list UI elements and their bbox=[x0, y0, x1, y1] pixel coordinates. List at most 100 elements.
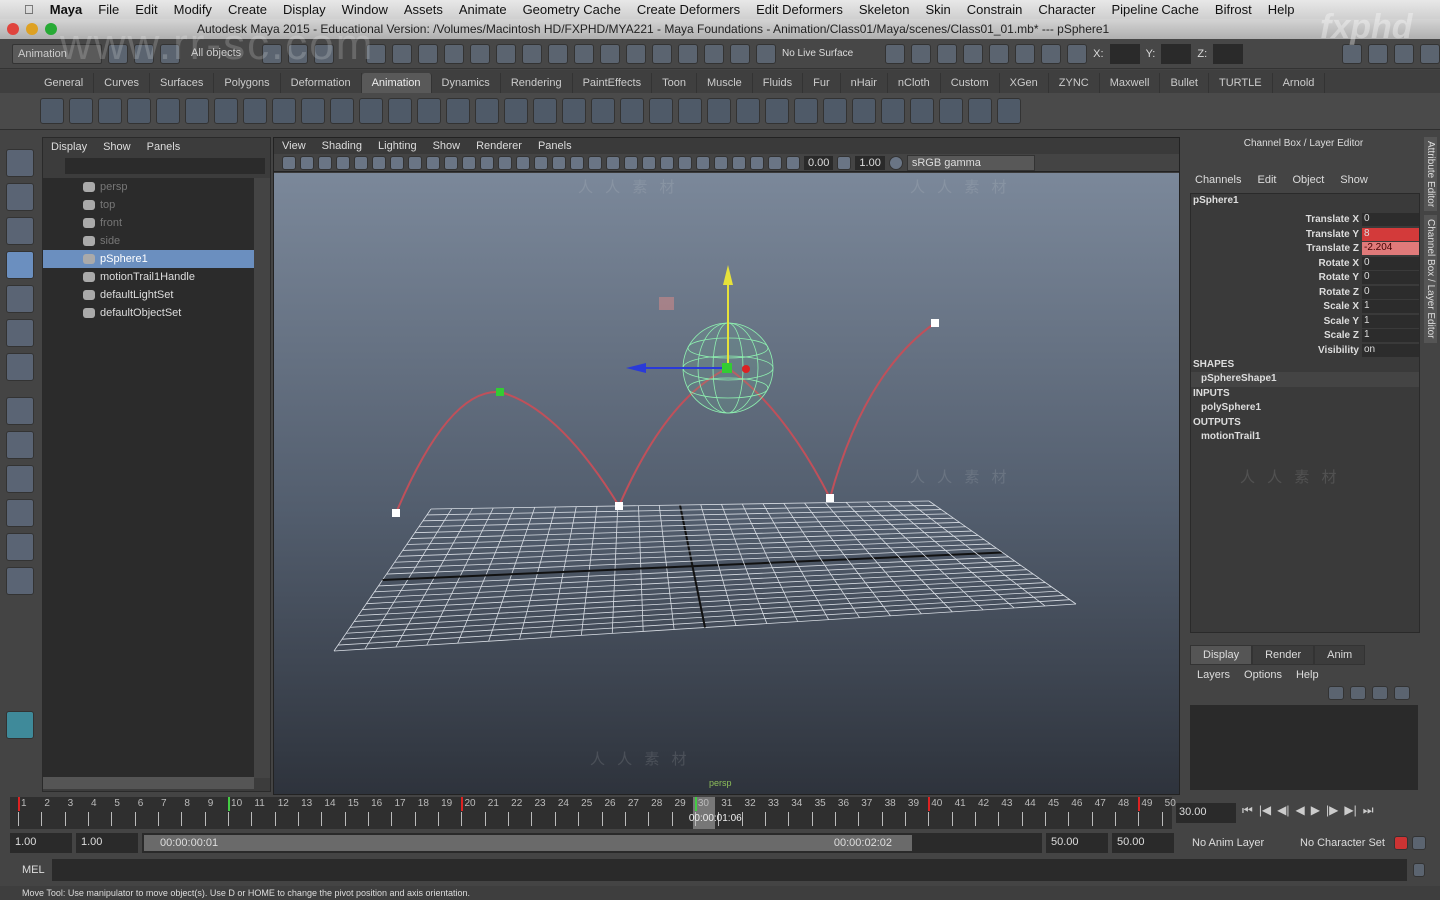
magnet-icon[interactable] bbox=[704, 43, 724, 64]
shelf-tool-icon[interactable] bbox=[852, 98, 876, 124]
zoom-window-button[interactable] bbox=[45, 23, 57, 35]
outliner-item[interactable]: pSphere1 bbox=[43, 250, 254, 268]
textured-icon[interactable] bbox=[588, 155, 602, 170]
select-component-icon[interactable] bbox=[314, 43, 334, 64]
shelf-tool-icon[interactable] bbox=[533, 98, 557, 124]
graph-layout-icon[interactable] bbox=[6, 499, 34, 527]
menu-modify[interactable]: Modify bbox=[166, 2, 220, 17]
shelf-tab-bullet[interactable]: Bullet bbox=[1160, 73, 1209, 93]
menu-animate[interactable]: Animate bbox=[451, 2, 515, 17]
layer-menu-help[interactable]: Help bbox=[1296, 669, 1319, 681]
menu-app[interactable]: Maya bbox=[42, 2, 91, 17]
select-icon[interactable] bbox=[600, 43, 620, 64]
channel-menu-channels[interactable]: Channels bbox=[1195, 174, 1241, 186]
lasso-tool-icon[interactable] bbox=[6, 183, 34, 211]
key-marker[interactable] bbox=[228, 797, 231, 811]
channel-label[interactable]: Translate Z bbox=[1306, 243, 1362, 254]
anti-alias-icon[interactable] bbox=[678, 155, 692, 170]
snap-surface-icon[interactable] bbox=[470, 43, 490, 64]
bookmark-icon[interactable] bbox=[318, 155, 332, 170]
color-space-dropdown[interactable]: sRGB gamma bbox=[906, 154, 1035, 171]
shelf-tab-general[interactable]: General bbox=[34, 73, 95, 93]
input-ops-icon[interactable] bbox=[885, 43, 906, 64]
shelf-tool-icon[interactable] bbox=[98, 98, 122, 124]
menu-bifrost[interactable]: Bifrost bbox=[1207, 2, 1260, 17]
shelf-tool-icon[interactable] bbox=[939, 98, 963, 124]
toggle-tool-settings-icon[interactable] bbox=[1368, 43, 1388, 64]
new-layer-selected-icon[interactable] bbox=[1350, 686, 1366, 700]
rotate-tool-icon[interactable] bbox=[6, 285, 34, 313]
time-slider[interactable]: 1 2 3 4 5 6 7 8 9 10 11 12 13 14 15 16 17 18 19 20 21 22 23 24 2… bbox=[10, 797, 1176, 829]
menu-edit-deformers[interactable]: Edit Deformers bbox=[748, 2, 851, 17]
channel-label[interactable]: Scale Z bbox=[1324, 330, 1362, 341]
auto-key-icon[interactable] bbox=[1394, 836, 1408, 850]
step-forward-icon[interactable]: |▶ bbox=[1326, 803, 1338, 818]
shelf-tool-icon[interactable] bbox=[359, 98, 383, 124]
channel-value[interactable]: 0 bbox=[1362, 213, 1419, 227]
shelf-tool-icon[interactable] bbox=[823, 98, 847, 124]
side-tab-channel-box-layer-editor[interactable]: Channel Box / Layer Editor bbox=[1424, 215, 1437, 343]
output-node[interactable]: motionTrail1 bbox=[1191, 430, 1419, 445]
render-settings-icon[interactable] bbox=[1041, 43, 1062, 64]
mel-input[interactable] bbox=[52, 859, 1407, 881]
menu-file[interactable]: File bbox=[90, 2, 127, 17]
character-set-dropdown[interactable]: No Character Set bbox=[1286, 837, 1390, 849]
key-marker[interactable] bbox=[18, 797, 20, 811]
shelf-tab-turtle[interactable]: TURTLE bbox=[1209, 73, 1273, 93]
render-icon[interactable] bbox=[989, 43, 1010, 64]
scale-tool-icon[interactable] bbox=[6, 319, 34, 347]
viewport-canvas[interactable]: persp bbox=[274, 173, 1179, 794]
outliner-menu-display[interactable]: Display bbox=[51, 141, 87, 153]
grid-toggle-icon[interactable] bbox=[390, 155, 404, 170]
history-icon[interactable] bbox=[937, 43, 958, 64]
snap-grid-icon[interactable] bbox=[366, 43, 386, 64]
shelf-tab-deformation[interactable]: Deformation bbox=[281, 73, 362, 93]
go-end-icon[interactable]: ⏭ bbox=[1363, 803, 1374, 818]
channel-value[interactable]: 1 bbox=[1362, 329, 1419, 343]
shelf-tab-nhair[interactable]: nHair bbox=[841, 73, 888, 93]
persp-graph-layout-icon[interactable] bbox=[6, 567, 34, 595]
film-gate-icon[interactable] bbox=[408, 155, 422, 170]
menu-constrain[interactable]: Constrain bbox=[959, 2, 1031, 17]
shelf-tool-icon[interactable] bbox=[301, 98, 325, 124]
play-back-icon[interactable]: ◀ bbox=[1296, 803, 1305, 818]
shelf-tab-zync[interactable]: ZYNC bbox=[1049, 73, 1100, 93]
shelf-tool-icon[interactable] bbox=[620, 98, 644, 124]
channel-value[interactable]: 0 bbox=[1362, 256, 1419, 270]
outliner-item[interactable]: defaultLightSet bbox=[43, 286, 254, 304]
magnet-icon[interactable] bbox=[678, 43, 698, 64]
output-ops-icon[interactable] bbox=[911, 43, 932, 64]
range-slider[interactable]: 00:00:00:01 00:00:02:02 bbox=[142, 833, 1042, 853]
menu-display[interactable]: Display bbox=[275, 2, 334, 17]
shelf-tool-icon[interactable] bbox=[40, 98, 64, 124]
field-chart-icon[interactable] bbox=[462, 155, 476, 170]
xray-active-icon[interactable] bbox=[750, 155, 764, 170]
shelf-tool-icon[interactable] bbox=[475, 98, 499, 124]
shelf-tab-fur[interactable]: Fur bbox=[803, 73, 841, 93]
camera-attributes-icon[interactable] bbox=[282, 155, 296, 170]
camera-icon[interactable] bbox=[300, 155, 314, 170]
gate-mask-icon[interactable] bbox=[444, 155, 458, 170]
graph-icon[interactable] bbox=[768, 155, 782, 170]
mel-label[interactable]: MEL bbox=[10, 864, 46, 876]
outliner-item[interactable]: side bbox=[43, 232, 254, 250]
channel-menu-edit[interactable]: Edit bbox=[1257, 174, 1276, 186]
shelf-tool-icon[interactable] bbox=[997, 98, 1021, 124]
new-layer-icon[interactable] bbox=[1328, 686, 1344, 700]
toggle-attribute-editor-icon[interactable] bbox=[1342, 43, 1362, 64]
magnet-icon[interactable] bbox=[756, 43, 776, 64]
menu-help[interactable]: Help bbox=[1260, 2, 1303, 17]
go-start-icon[interactable]: ⏮ bbox=[1242, 803, 1253, 818]
help-icon[interactable] bbox=[548, 43, 568, 64]
xray-joints-icon[interactable] bbox=[732, 155, 746, 170]
channel-label[interactable]: Rotate Z bbox=[1319, 287, 1362, 298]
ambient-occlusion-icon[interactable] bbox=[642, 155, 656, 170]
menu-skeleton[interactable]: Skeleton bbox=[851, 2, 918, 17]
current-frame-field[interactable]: 30.00 bbox=[1176, 803, 1236, 823]
shelf-tab-surfaces[interactable]: Surfaces bbox=[150, 73, 215, 93]
shelf-tab-fluids[interactable]: Fluids bbox=[753, 73, 804, 93]
four-pane-layout-icon[interactable] bbox=[6, 431, 34, 459]
snap-icon[interactable] bbox=[522, 43, 542, 64]
menu-edit[interactable]: Edit bbox=[127, 2, 165, 17]
live-surface-label[interactable]: No Live Surface bbox=[782, 48, 853, 59]
